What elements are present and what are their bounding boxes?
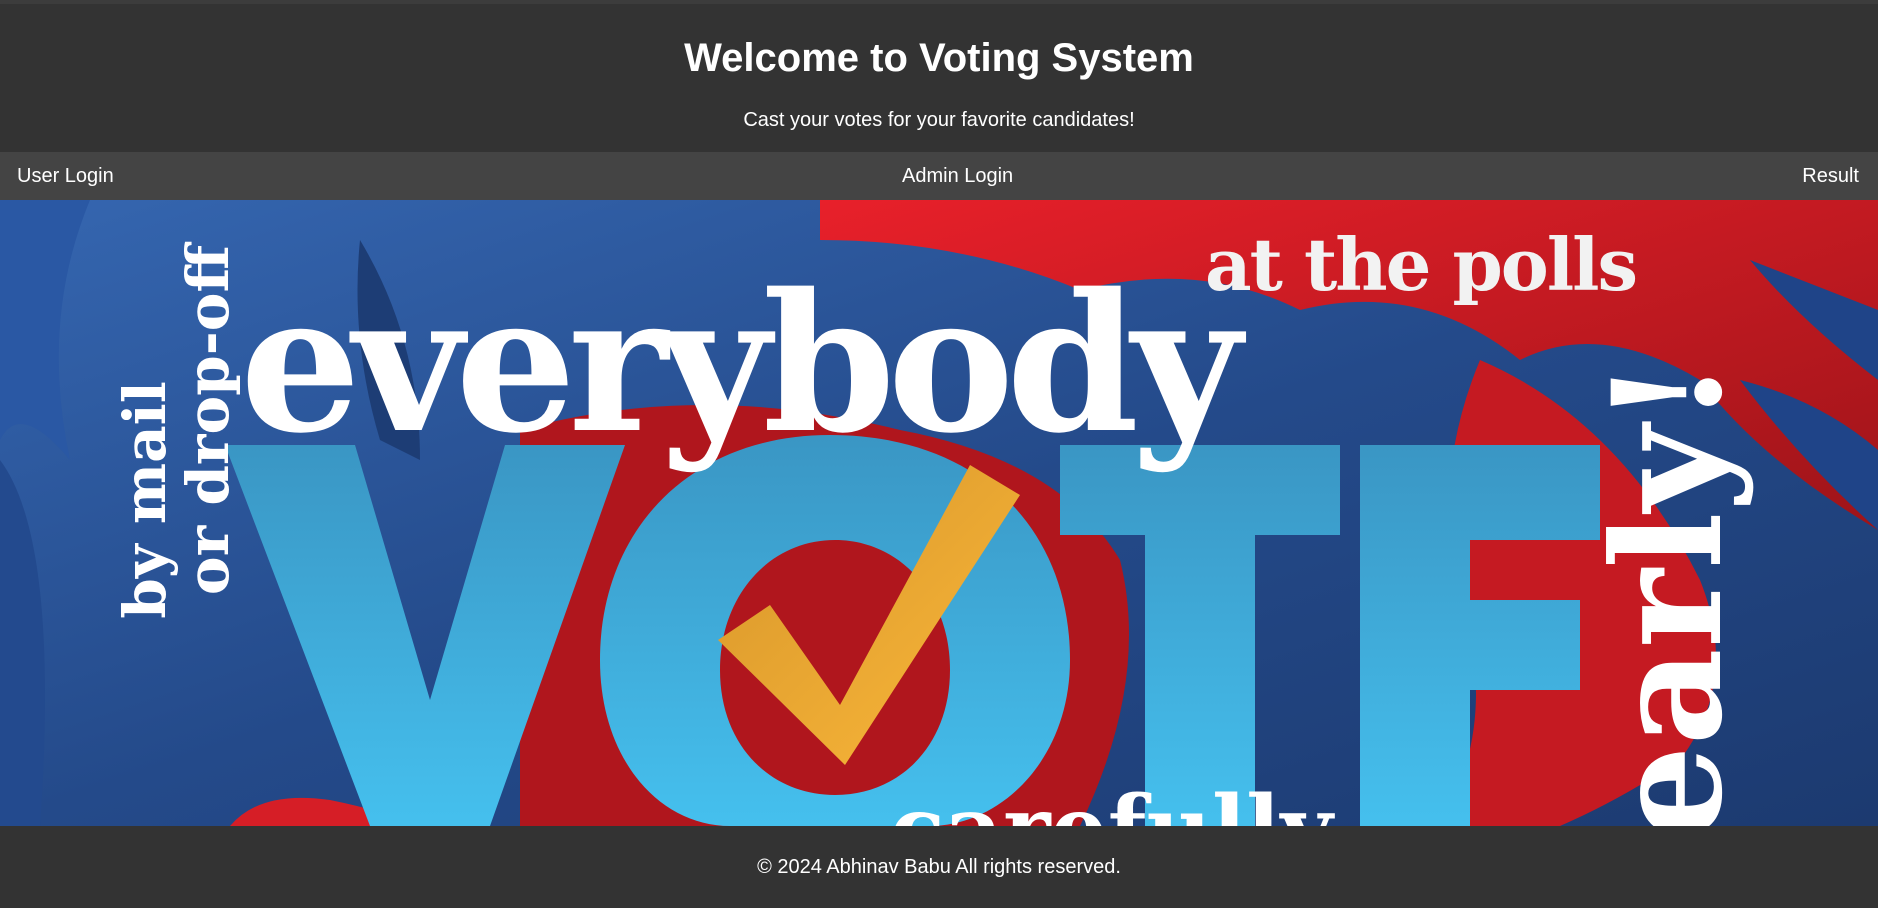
page-title: Welcome to Voting System <box>684 36 1194 80</box>
nav-result-link[interactable]: Result <box>1802 152 1859 200</box>
banner-word-early: early! <box>1580 359 1756 826</box>
banner-word-or-drop-off: or drop-off <box>174 242 242 596</box>
vote-banner-image: everybody at the polls by mail or drop-o… <box>0 200 1878 826</box>
banner-word-everybody: everybody <box>240 252 1246 475</box>
main-nav: User Login Admin Login Result <box>0 152 1878 200</box>
vote-banner-illustration: everybody at the polls by mail or drop-o… <box>0 200 1878 826</box>
nav-admin-login-link[interactable]: Admin Login <box>902 152 1013 200</box>
banner-word-by-mail: by mail <box>111 381 179 618</box>
footer-copyright: © 2024 Abhinav Babu All rights reserved. <box>757 856 1121 878</box>
banner-word-carefully: carefully <box>890 776 1335 826</box>
site-footer: © 2024 Abhinav Babu All rights reserved. <box>0 826 1878 908</box>
page-subtitle: Cast your votes for your favorite candid… <box>743 109 1135 131</box>
site-header: Welcome to Voting System Cast your votes… <box>0 0 1878 152</box>
banner-word-early-group: early! <box>1580 359 1756 826</box>
page: Welcome to Voting System Cast your votes… <box>0 0 1878 908</box>
banner-word-at-the-polls: at the polls <box>1205 222 1636 307</box>
banner-word-or-drop-off-group: or drop-off <box>174 242 242 596</box>
nav-user-login-link[interactable]: User Login <box>17 152 114 200</box>
banner-word-by-mail-group: by mail <box>111 381 179 618</box>
